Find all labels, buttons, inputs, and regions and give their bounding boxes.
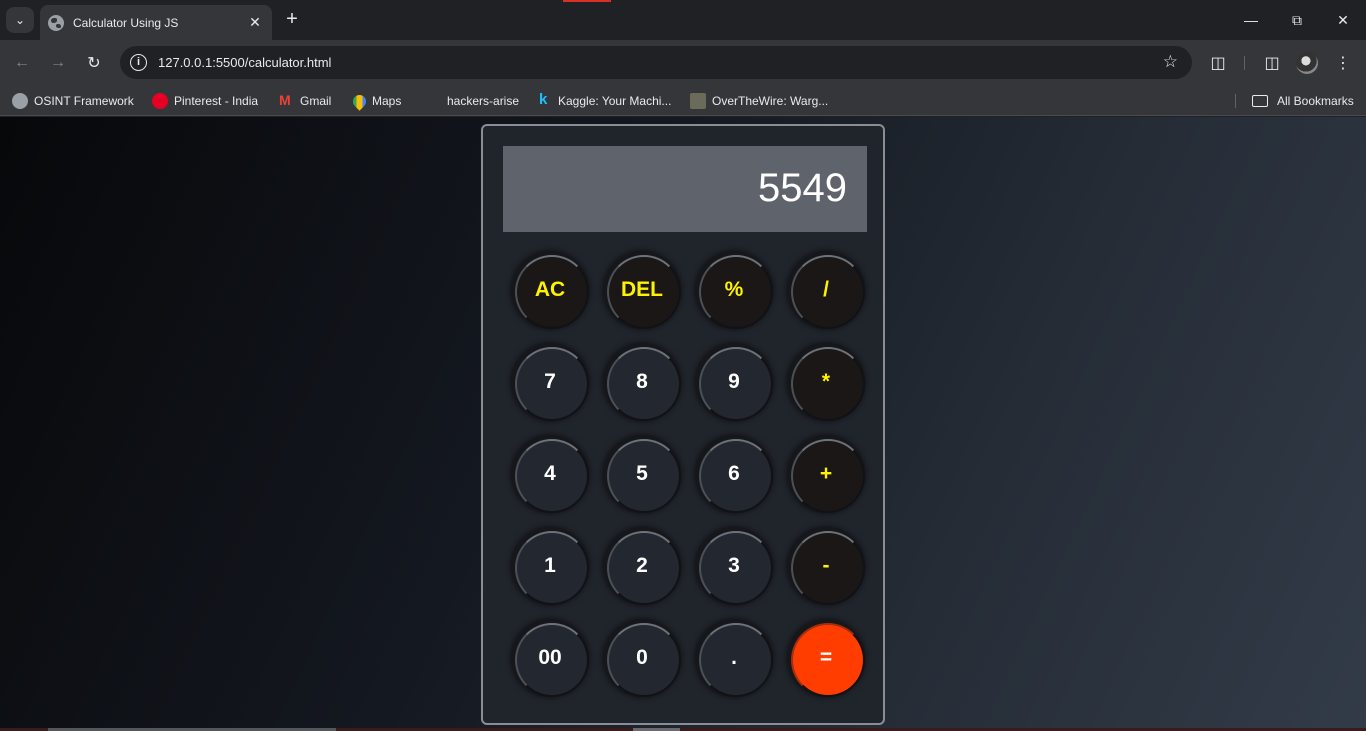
tab-title: Calculator Using JS [73,15,179,30]
side-panel-icon[interactable]: ◫ [1259,50,1285,76]
key-label: + [819,462,833,485]
bookmark-pinterest[interactable]: Pinterest - India [152,92,258,110]
bookmark-kaggle[interactable]: Kaggle: Your Machi... [536,91,672,110]
key-label: = [819,646,833,669]
key-equals[interactable]: = [787,619,865,697]
page-background: 5549 AC DEL % / 7 8 9 * 4 5 6 + 1 2 3 - … [0,117,1366,731]
extensions-icon[interactable]: ◫ [1205,50,1231,76]
bookmark-star-icon[interactable]: ☆ [1163,52,1178,72]
key-plus[interactable]: + [787,435,865,513]
key-label: 8 [636,370,648,393]
all-bookmarks-button[interactable]: All Bookmarks [1252,92,1354,110]
key-percent[interactable]: % [695,251,773,329]
arrow-right-icon: → [50,54,66,71]
calculator: 5549 AC DEL % / 7 8 9 * 4 5 6 + 1 2 3 - … [481,124,885,725]
globe-icon [12,93,28,109]
key-2[interactable]: 2 [603,527,681,605]
bookmark-osint-framework[interactable]: OSINT Framework [12,92,134,110]
calculator-display: 5549 [503,146,867,232]
browser-titlebar: ⌄ Calculator Using JS ✕ + — ⧉ ✕ [0,0,1366,40]
bookmark-label: Maps [372,94,402,108]
key-label: * [821,370,831,393]
bookmarks-divider [1235,94,1236,108]
forward-button[interactable]: → [45,50,71,76]
new-tab-button[interactable]: + [280,8,304,32]
back-button[interactable]: ← [9,50,35,76]
bookmarks-bar: OSINT Framework Pinterest - India Gmail … [0,86,1366,116]
gmail-icon [278,92,294,109]
menu-kebab-icon[interactable]: ⋮ [1330,50,1356,76]
key-1[interactable]: 1 [511,527,589,605]
reload-button[interactable]: ↻ [81,50,107,76]
bookmark-label: hackers-arise [447,94,520,108]
browser-toolbar: ← → ↻ i 127.0.0.1:5500/calculator.html ☆… [0,40,1366,86]
key-9[interactable]: 9 [695,343,773,421]
key-label: 00 [538,646,562,669]
key-decimal[interactable]: . [695,619,773,697]
address-bar[interactable]: i 127.0.0.1:5500/calculator.html ☆ [120,46,1192,79]
key-label: 9 [728,370,740,393]
key-label: AC [534,278,566,301]
url-text[interactable]: 127.0.0.1:5500/calculator.html [158,55,331,70]
globe-icon [48,14,64,31]
close-window-button[interactable]: ✕ [1320,0,1366,40]
maps-icon [350,91,369,111]
bookmark-overthewire[interactable]: OverTheWire: Warg... [690,92,828,110]
bookmark-label: Pinterest - India [174,94,259,108]
folder-icon [1252,95,1268,107]
kaggle-icon [536,91,552,109]
keypad: AC DEL % / 7 8 9 * 4 5 6 + 1 2 3 - 00 0 … [511,251,865,697]
key-label: . [731,646,737,669]
key-label: / [823,278,829,301]
bookmark-label: OverTheWire: Warg... [712,94,829,108]
key-double-zero[interactable]: 00 [511,619,589,697]
key-delete[interactable]: DEL [603,251,681,329]
all-bookmarks-label: All Bookmarks [1277,94,1354,108]
key-label: 4 [544,462,556,485]
key-divide[interactable]: / [787,251,865,329]
key-5[interactable]: 5 [603,435,681,513]
key-3[interactable]: 3 [695,527,773,605]
arrow-left-icon: ← [14,54,30,71]
key-4[interactable]: 4 [511,435,589,513]
key-7[interactable]: 7 [511,343,589,421]
key-0[interactable]: 0 [603,619,681,697]
reload-icon: ↻ [87,55,101,72]
key-6[interactable]: 6 [695,435,773,513]
restore-button[interactable]: ⧉ [1274,0,1320,40]
key-8[interactable]: 8 [603,343,681,421]
key-label: DEL [621,278,663,301]
pinterest-icon [152,93,168,109]
key-label: 3 [728,554,740,577]
recording-indicator [563,0,611,2]
key-multiply[interactable]: * [787,343,865,421]
key-label: - [822,554,830,577]
bookmark-maps[interactable]: Maps [350,91,402,111]
key-label: 5 [636,462,648,485]
bookmark-hackers-arise[interactable]: hackers-arise [447,92,519,110]
key-label: % [724,278,744,301]
key-clear-all[interactable]: AC [511,251,589,329]
tab-active[interactable]: Calculator Using JS ✕ [40,5,272,40]
key-label: 1 [544,554,556,577]
toolbar-divider [1244,56,1245,70]
key-minus[interactable]: - [787,527,865,605]
chevron-down-icon: ⌄ [14,13,26,27]
bookmark-label: OSINT Framework [34,94,134,108]
key-label: 2 [636,554,648,577]
bookmark-gmail[interactable]: Gmail [278,92,331,110]
profile-avatar[interactable] [1296,52,1318,74]
key-label: 0 [636,646,648,669]
key-label: 6 [728,462,740,485]
bookmark-label: Kaggle: Your Machi... [558,94,672,108]
minimize-button[interactable]: — [1228,0,1274,40]
close-tab-icon[interactable]: ✕ [244,14,266,31]
bookmark-label: Gmail [300,94,332,108]
overthewire-icon [690,93,706,109]
key-label: 7 [544,370,556,393]
tab-search-button[interactable]: ⌄ [6,7,34,33]
site-info-icon[interactable]: i [130,54,147,71]
